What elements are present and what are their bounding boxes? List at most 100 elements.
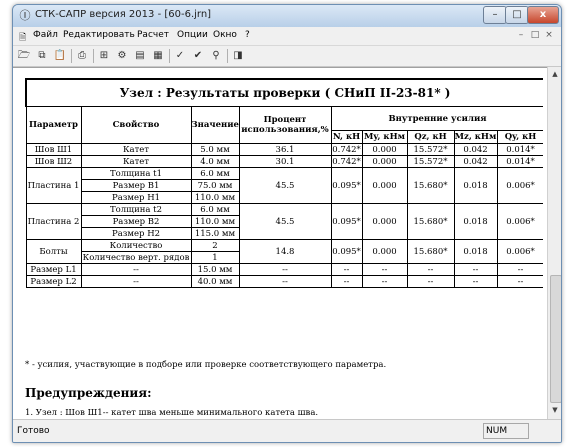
cell-value: 110.0 мм — [190, 191, 240, 204]
header-n: N, кН — [330, 130, 363, 144]
copy-icon[interactable]: ⧉ — [35, 49, 49, 63]
minimize-button[interactable]: – — [483, 6, 507, 24]
cell-mz: 0.042 — [453, 155, 498, 168]
app-icon: Ⓘ — [19, 9, 31, 22]
cell-my: 0.000 — [361, 143, 408, 156]
cell-value: 4.0 мм — [190, 155, 240, 168]
warning-item: 1. Узел : Шов Ш1-- катет шва меньше мини… — [25, 408, 319, 418]
scroll-thumb[interactable] — [550, 275, 561, 403]
cell-param: Болты — [25, 239, 82, 264]
cell-qz: 15.680* — [406, 239, 455, 264]
cell-param: Пластина 2 — [25, 203, 82, 240]
cell-percent: 45.5 — [238, 167, 332, 204]
mdi-close-button[interactable]: × — [543, 29, 555, 41]
menu-file[interactable]: Файл — [33, 30, 58, 40]
report-title: Узел : Результаты проверки ( СНиП II-23-… — [25, 78, 543, 107]
cell-value: 1 — [190, 251, 240, 264]
cell-value: 15.0 мм — [190, 263, 240, 276]
cell-qy: 0.006* — [496, 239, 543, 264]
cell-my: 0.000 — [361, 203, 408, 240]
cell-value: 2 — [190, 239, 240, 252]
vertical-scrollbar[interactable]: ▲ ▼ — [547, 67, 561, 419]
help-icon[interactable]: ◨ — [231, 49, 245, 63]
cell-percent: -- — [238, 275, 332, 288]
mdi-minimize-button[interactable]: – — [515, 29, 527, 41]
cell-my: -- — [361, 263, 408, 276]
cell-qy: 0.014* — [496, 143, 543, 156]
calc-icon[interactable]: ⊞ — [97, 49, 111, 63]
zoom-icon[interactable]: ⚲ — [209, 49, 223, 63]
cell-my: -- — [361, 275, 408, 288]
cell-qz: 15.680* — [406, 203, 455, 240]
menu-bar: 🗎 Файл Редактировать Расчет Опции Окно ?… — [13, 27, 561, 46]
cell-percent: 30.1 — [238, 155, 332, 168]
status-text: Готово — [17, 426, 50, 436]
cell-qz: 15.572* — [406, 143, 455, 156]
title-bar[interactable]: Ⓘ СТК-САПР версия 2013 - [60-6.jrn] – □ … — [13, 5, 561, 27]
cell-value: 110.0 мм — [190, 215, 240, 228]
menu-calc[interactable]: Расчет — [137, 30, 169, 40]
cell-percent: -- — [238, 263, 332, 276]
cell-prop: -- — [80, 263, 192, 276]
table-row: Шов Ш2 Катет 4.0 мм 30.1 0.742* 0.000 15… — [25, 155, 543, 168]
header-prop: Свойство — [80, 106, 192, 144]
cell-param: Шов Ш2 — [25, 155, 82, 168]
cell-my: 0.000 — [361, 239, 408, 264]
cell-qy: 0.006* — [496, 203, 543, 240]
toolbar-separator — [227, 49, 228, 63]
cell-qy: 0.014* — [496, 155, 543, 168]
cell-value: 6.0 мм — [190, 167, 240, 180]
cell-qy: -- — [496, 263, 543, 276]
chart-icon[interactable]: ▤ — [133, 49, 147, 63]
toolbar-separator — [71, 49, 72, 63]
window-title: СТК-САПР версия 2013 - [60-6.jrn] — [35, 9, 212, 20]
cell-param: Пластина 1 — [25, 167, 82, 204]
paste-icon[interactable]: 📋 — [53, 49, 67, 63]
cell-qz: 15.680* — [406, 167, 455, 204]
menu-options[interactable]: Опции — [177, 30, 208, 40]
results-table: Узел : Результаты проверки ( СНиП II-23-… — [25, 78, 543, 288]
check-icon[interactable]: ▦ — [151, 49, 165, 63]
close-button[interactable]: x — [527, 6, 559, 24]
toolbar: 🗁 ⧉ 📋 ⎙ ⊞ ⚙ ▤ ▦ ✓ ✔ ⚲ ◨ — [13, 46, 561, 67]
cell-qy: 0.006* — [496, 167, 543, 204]
cell-n: 0.742* — [330, 143, 363, 156]
cell-prop: Катет — [80, 143, 192, 156]
cell-percent: 14.8 — [238, 239, 332, 264]
app-window: Ⓘ СТК-САПР версия 2013 - [60-6.jrn] – □ … — [12, 4, 562, 443]
report-view[interactable]: Узел : Результаты проверки ( СНиП II-23-… — [13, 67, 561, 420]
verify-all-icon[interactable]: ✔ — [191, 49, 205, 63]
cell-mz: 0.018 — [453, 167, 498, 204]
cell-value: 115.0 мм — [190, 227, 240, 240]
mdi-restore-button[interactable]: □ — [529, 29, 541, 41]
settings-icon[interactable]: ⚙ — [115, 49, 129, 63]
cell-n: 0.095* — [330, 239, 363, 264]
num-lock-indicator: NUM — [483, 423, 529, 439]
cell-n: 0.095* — [330, 167, 363, 204]
header-param: Параметр — [25, 106, 82, 144]
footnote: * - усилия, участвующие в подборе или пр… — [25, 360, 387, 370]
menu-edit[interactable]: Редактировать — [63, 30, 135, 40]
cell-qz: -- — [406, 263, 455, 276]
verify-icon[interactable]: ✓ — [173, 49, 187, 63]
cell-mz: 0.042 — [453, 143, 498, 156]
scroll-down-icon[interactable]: ▼ — [550, 405, 560, 415]
print-icon[interactable]: ⎙ — [75, 49, 89, 63]
header-qy: Qy, кН — [496, 130, 543, 144]
maximize-button[interactable]: □ — [505, 6, 529, 24]
warnings-heading: Предупреждения: — [25, 386, 152, 400]
cell-qz: -- — [406, 275, 455, 288]
menu-window[interactable]: Окно — [213, 30, 237, 40]
scroll-up-icon[interactable]: ▲ — [550, 69, 560, 79]
cell-prop: Толщина t2 — [80, 203, 192, 216]
cell-mz: -- — [453, 275, 498, 288]
status-bar: Готово NUM — [13, 419, 561, 442]
cell-prop: Размер B2 — [80, 215, 192, 228]
cell-my: 0.000 — [361, 155, 408, 168]
header-qz: Qz, кН — [406, 130, 455, 144]
open-icon[interactable]: 🗁 — [17, 49, 31, 63]
cell-prop: Толщина t1 — [80, 167, 192, 180]
cell-qy: -- — [496, 275, 543, 288]
table-row: Размер L1 -- 15.0 мм -- -- -- -- -- -- — [25, 263, 543, 276]
menu-help[interactable]: ? — [245, 30, 250, 40]
